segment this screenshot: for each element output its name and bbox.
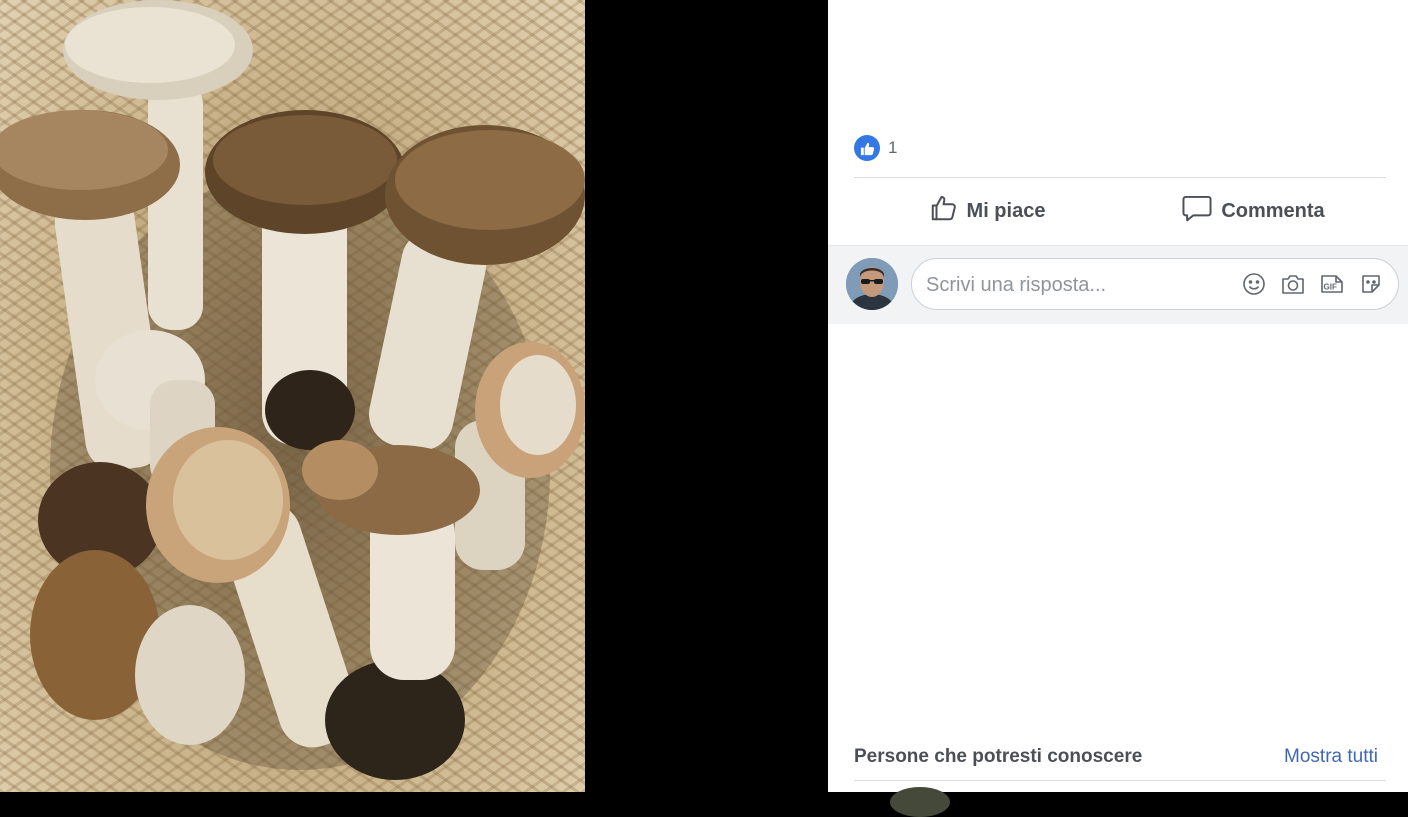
sticker-icon[interactable] <box>1358 271 1384 297</box>
post-actions: Mi piace Commenta <box>854 186 1386 236</box>
post-side-panel: 1 Mi piace Commenta Scrivi una risposta.… <box>828 0 1408 817</box>
gif-icon[interactable]: GIF <box>1319 271 1345 297</box>
comment-icon <box>1181 193 1213 229</box>
reply-input[interactable] <box>924 259 1228 311</box>
divider <box>854 177 1386 178</box>
mushroom-basket-image <box>0 0 585 780</box>
post-photo[interactable] <box>0 0 585 792</box>
like-button[interactable]: Mi piace <box>854 186 1120 236</box>
reply-box: GIF <box>911 258 1399 311</box>
photo-viewer <box>0 0 828 792</box>
like-button-label: Mi piace <box>966 199 1046 222</box>
comment-button[interactable]: Commenta <box>1120 186 1386 236</box>
composer-icons: GIF <box>1241 271 1384 297</box>
show-all-link[interactable]: Mostra tutti <box>1284 746 1378 768</box>
camera-icon[interactable] <box>1280 271 1306 297</box>
comment-button-label: Commenta <box>1221 199 1325 222</box>
reactions-summary[interactable]: 1 <box>854 134 897 162</box>
svg-text:GIF: GIF <box>1324 283 1337 292</box>
reply-composer: GIF <box>828 245 1408 324</box>
reaction-count: 1 <box>888 138 898 157</box>
people-you-may-know-title: Persone che potresti conoscere <box>854 746 1143 767</box>
divider <box>854 780 1386 781</box>
like-reaction-icon <box>854 135 880 161</box>
thumbs-up-icon <box>929 193 959 229</box>
user-avatar[interactable] <box>846 258 898 310</box>
emoji-icon[interactable] <box>1241 271 1267 297</box>
